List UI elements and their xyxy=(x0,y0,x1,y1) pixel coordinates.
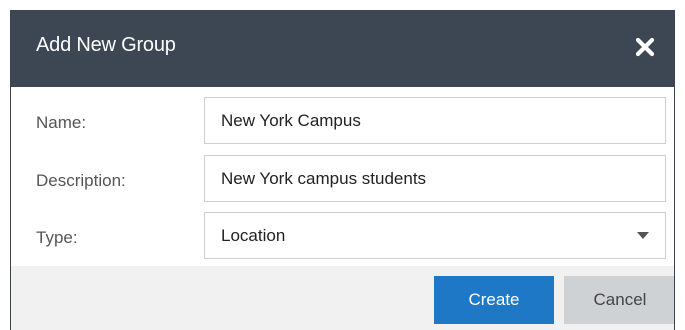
create-button[interactable]: Create xyxy=(434,276,554,324)
name-input[interactable] xyxy=(204,97,666,144)
name-label: Name: xyxy=(36,113,87,132)
description-input[interactable] xyxy=(204,155,666,202)
type-selected-value: Location xyxy=(221,226,286,245)
add-new-group-dialog: Add New Group Name: Description: Type: L… xyxy=(10,10,675,330)
dialog-header: Add New Group xyxy=(11,10,674,87)
dialog-footer: Create Cancel xyxy=(11,266,674,330)
cancel-button[interactable]: Cancel xyxy=(564,276,674,324)
description-label: Description: xyxy=(36,171,126,190)
dialog-title: Add New Group xyxy=(36,34,176,56)
type-select[interactable]: Location xyxy=(204,212,666,259)
chevron-down-icon xyxy=(637,232,649,239)
close-icon[interactable] xyxy=(634,36,656,58)
type-label: Type: xyxy=(36,228,78,247)
